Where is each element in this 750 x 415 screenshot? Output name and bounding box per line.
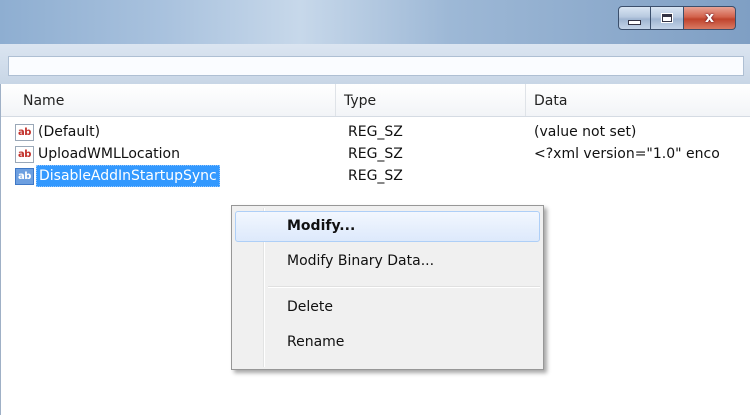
string-value-icon: ab [15,145,34,163]
menu-item-modify[interactable]: Modify... [235,211,540,242]
menu-item-modify-binary-data[interactable]: Modify Binary Data... [235,246,540,277]
column-header-type[interactable]: Type [335,84,525,116]
value-data: <?xml version="1.0" enco [534,146,720,162]
menu-item-label: Delete [287,299,333,315]
value-name: DisableAddInStartupSync [36,165,220,187]
list-item[interactable]: ab UploadWMLLocation REG_SZ <?xml versio… [1,143,750,165]
menu-separator [268,286,540,288]
maximize-button[interactable] [651,6,684,30]
value-name: (Default) [38,124,101,140]
window-controls: x [618,6,736,32]
name-cell: ab (Default) [15,121,102,143]
name-cell: ab UploadWMLLocation [15,143,182,165]
name-cell: ab DisableAddInStartupSync [15,165,220,187]
menu-item-label: Modify Binary Data... [287,253,435,269]
column-header-name[interactable]: Name [15,84,335,116]
menu-item-delete[interactable]: Delete [235,292,540,323]
address-field[interactable] [8,56,744,76]
column-header-row: Name Type Data [1,84,750,117]
title-bar[interactable]: x [0,0,750,45]
menu-item-label: Modify... [287,218,356,234]
minimize-button[interactable] [618,6,651,30]
close-button[interactable]: x [684,6,736,30]
string-value-icon: ab [15,123,34,141]
menu-item-label: Rename [287,334,345,350]
value-data: (value not set) [534,124,637,140]
value-type: REG_SZ [348,146,403,162]
string-value-icon: ab [15,167,34,185]
list-item-selected[interactable]: ab DisableAddInStartupSync REG_SZ [1,165,750,187]
column-header-data[interactable]: Data [525,84,750,116]
context-menu: Modify... Modify Binary Data... Delete R… [231,205,544,370]
value-name: UploadWMLLocation [38,146,180,162]
value-type: REG_SZ [348,168,403,184]
value-type: REG_SZ [348,124,403,140]
close-icon: x [704,10,715,26]
value-data [534,165,750,187]
maximize-icon [661,13,673,23]
menu-item-rename[interactable]: Rename [235,327,540,358]
list-item[interactable]: ab (Default) REG_SZ (value not set) [1,121,750,143]
minimize-icon [628,19,641,25]
address-bar [0,44,750,85]
